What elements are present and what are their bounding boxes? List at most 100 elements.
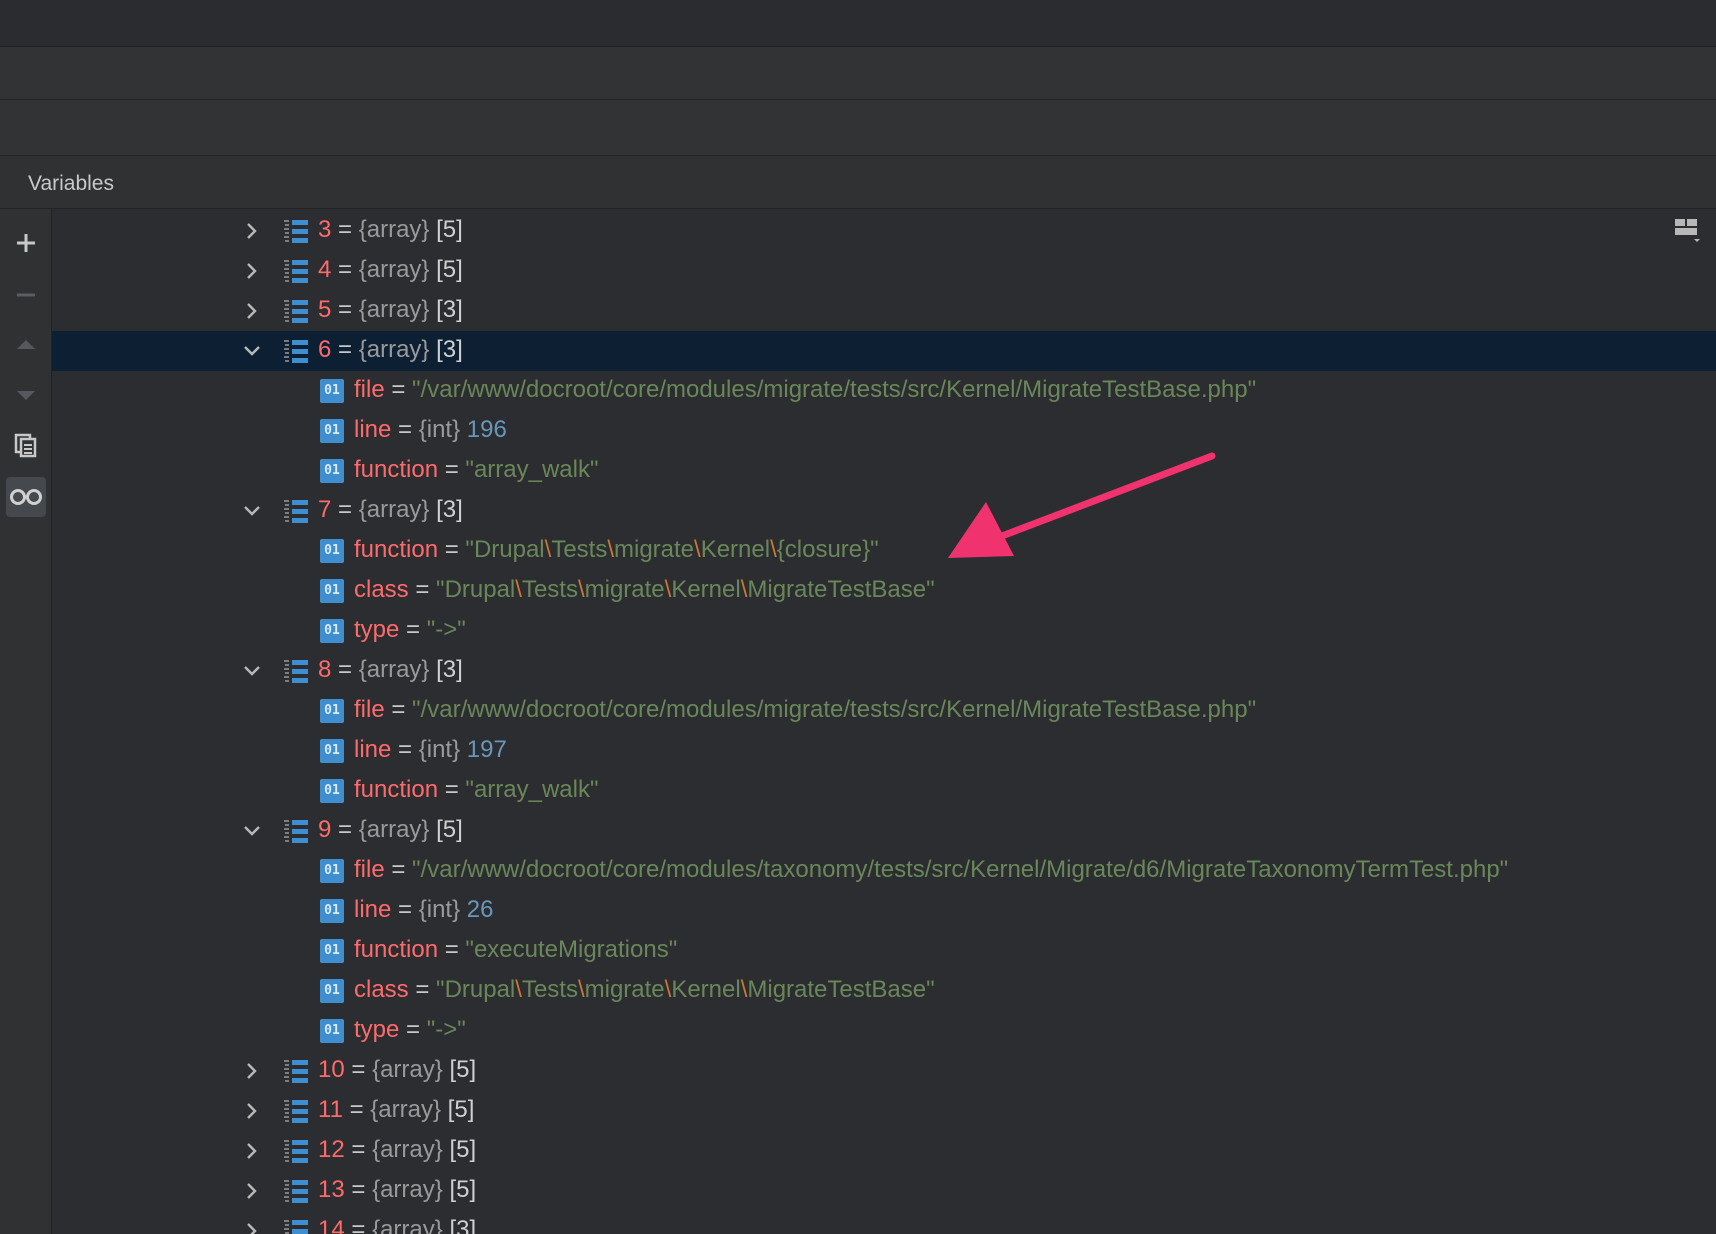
property-row[interactable]: 01 line = {int} 196 — [52, 411, 1716, 451]
node-type: {array} — [358, 496, 430, 523]
property-icon: 01 — [320, 739, 344, 763]
property-label: type = "->" — [354, 1016, 466, 1043]
array-list-icon — [284, 1100, 308, 1123]
property-type: {int} — [418, 896, 461, 923]
array-node-row[interactable]: 9 = {array} [5] — [52, 811, 1716, 851]
array-node-label: 13 = {array} [5] — [318, 1176, 477, 1203]
array-node-row[interactable]: 10 = {array} [5] — [52, 1051, 1716, 1091]
property-row[interactable]: 01 line = {int} 26 — [52, 891, 1716, 931]
node-key: 14 — [318, 1216, 345, 1234]
property-value: "Drupal\Tests\migrate\Kernel\{closure}" — [465, 536, 879, 563]
array-node-row[interactable]: 8 = {array} [3] — [52, 651, 1716, 691]
array-node-row[interactable]: 13 = {array} [5] — [52, 1171, 1716, 1211]
property-label: class = "Drupal\Tests\migrate\Kernel\Mig… — [354, 976, 935, 1003]
property-type: {int} — [418, 736, 461, 763]
property-label: function = "array_walk" — [354, 776, 599, 803]
node-key: 7 — [318, 496, 332, 523]
property-value: "Drupal\Tests\migrate\Kernel\MigrateTest… — [436, 576, 935, 603]
property-icon: 01 — [320, 699, 344, 723]
property-label: function = "executeMigrations" — [354, 936, 678, 963]
property-row[interactable]: 01 function = "array_walk" — [52, 451, 1716, 491]
node-count: [5] — [436, 216, 463, 243]
chevron-right-icon[interactable] — [242, 261, 262, 281]
property-key: type — [354, 1016, 400, 1043]
move-up-button[interactable] — [6, 325, 46, 365]
node-key: 10 — [318, 1056, 345, 1083]
minus-icon — [17, 293, 35, 297]
property-value: 196 — [466, 416, 507, 443]
array-node-row[interactable]: 11 = {array} [5] — [52, 1091, 1716, 1131]
property-row[interactable]: 01 line = {int} 197 — [52, 731, 1716, 771]
property-label: function = "Drupal\Tests\migrate\Kernel\… — [354, 536, 879, 563]
property-row[interactable]: 01 type = "->" — [52, 611, 1716, 651]
property-key: file — [354, 856, 385, 883]
array-node-row[interactable]: 14 = {array} [3] — [52, 1211, 1716, 1234]
array-node-label: 8 = {array} [3] — [318, 656, 463, 683]
property-row[interactable]: 01 file = "/var/www/docroot/core/modules/… — [52, 691, 1716, 731]
property-row[interactable]: 01 class = "Drupal\Tests\migrate\Kernel\M… — [52, 971, 1716, 1011]
chevron-down-icon[interactable] — [242, 501, 262, 521]
variables-tab-header: Variables — [0, 156, 1716, 209]
node-key: 3 — [318, 216, 332, 243]
node-count: [3] — [449, 1216, 477, 1234]
show-watches-button[interactable] — [6, 477, 46, 517]
array-node-row[interactable]: 6 = {array} [3] — [52, 331, 1716, 371]
array-node-row[interactable]: 4 = {array} [5] — [52, 251, 1716, 291]
remove-watch-button[interactable] — [6, 275, 46, 315]
property-row[interactable]: 01 file = "/var/www/docroot/core/modules/… — [52, 851, 1716, 891]
chevron-right-icon[interactable] — [242, 1181, 262, 1201]
property-row[interactable]: 01 function = "Drupal\Tests\migrate\Kerne… — [52, 531, 1716, 571]
variables-tab-title[interactable]: Variables — [28, 172, 114, 196]
chevron-down-icon[interactable] — [242, 341, 262, 361]
property-label: file = "/var/www/docroot/core/modules/mi… — [354, 376, 1257, 403]
node-count: [5] — [436, 256, 463, 283]
array-list-icon — [284, 500, 308, 523]
property-icon: 01 — [320, 619, 344, 643]
property-icon: 01 — [320, 459, 344, 483]
property-value: "Drupal\Tests\migrate\Kernel\MigrateTest… — [436, 976, 935, 1003]
copy-button[interactable] — [6, 425, 46, 465]
add-watch-button[interactable] — [6, 223, 46, 263]
arrow-up-icon — [17, 340, 35, 349]
node-type: {array} — [358, 296, 430, 323]
array-list-icon — [284, 260, 308, 283]
node-type: {array} — [358, 216, 430, 243]
debug-toolbar — [0, 47, 1716, 132]
array-node-row[interactable]: 12 = {array} [5] — [52, 1131, 1716, 1171]
property-icon: 01 — [320, 419, 344, 443]
array-list-icon — [284, 340, 308, 363]
array-node-row[interactable]: 5 = {array} [3] — [52, 291, 1716, 331]
node-key: 11 — [318, 1096, 343, 1123]
property-value: "executeMigrations" — [465, 936, 678, 963]
secondary-toolbar — [0, 100, 1716, 242]
property-row[interactable]: 01 file = "/var/www/docroot/core/modules/… — [52, 371, 1716, 411]
property-key: type — [354, 616, 400, 643]
array-node-label: 14 = {array} [3] — [318, 1216, 476, 1234]
node-count: [5] — [447, 1096, 475, 1123]
chevron-right-icon[interactable] — [242, 1221, 262, 1234]
array-list-icon — [284, 1060, 308, 1083]
property-row[interactable]: 01 type = "->" — [52, 1011, 1716, 1051]
chevron-right-icon[interactable] — [242, 301, 262, 321]
chevron-right-icon[interactable] — [242, 1101, 262, 1121]
chevron-right-icon[interactable] — [242, 1141, 262, 1161]
annotation-arrow — [948, 452, 1216, 558]
variables-tree[interactable]: 3 = {array} [5] 4 = {array} [5] 5 = {array… — [52, 209, 1716, 1234]
chevron-down-icon[interactable] — [242, 661, 262, 681]
property-row[interactable]: 01 function = "executeMigrations" — [52, 931, 1716, 971]
array-node-row[interactable]: 3 = {array} [5] — [52, 211, 1716, 251]
property-row[interactable]: 01 class = "Drupal\Tests\migrate\Kernel\M… — [52, 571, 1716, 611]
property-row[interactable]: 01 function = "array_walk" — [52, 771, 1716, 811]
property-label: line = {int} 196 — [354, 416, 507, 443]
property-key: line — [354, 416, 392, 443]
chevron-right-icon[interactable] — [242, 221, 262, 241]
node-type: {array} — [372, 1136, 443, 1163]
move-down-button[interactable] — [6, 375, 46, 415]
array-node-row[interactable]: 7 = {array} [3] — [52, 491, 1716, 531]
chevron-right-icon[interactable] — [242, 1061, 262, 1081]
node-key: 9 — [318, 816, 332, 843]
node-count: [5] — [449, 1136, 477, 1163]
chevron-down-icon[interactable] — [242, 821, 262, 841]
property-key: file — [354, 696, 385, 723]
property-label: file = "/var/www/docroot/core/modules/ta… — [354, 856, 1509, 883]
